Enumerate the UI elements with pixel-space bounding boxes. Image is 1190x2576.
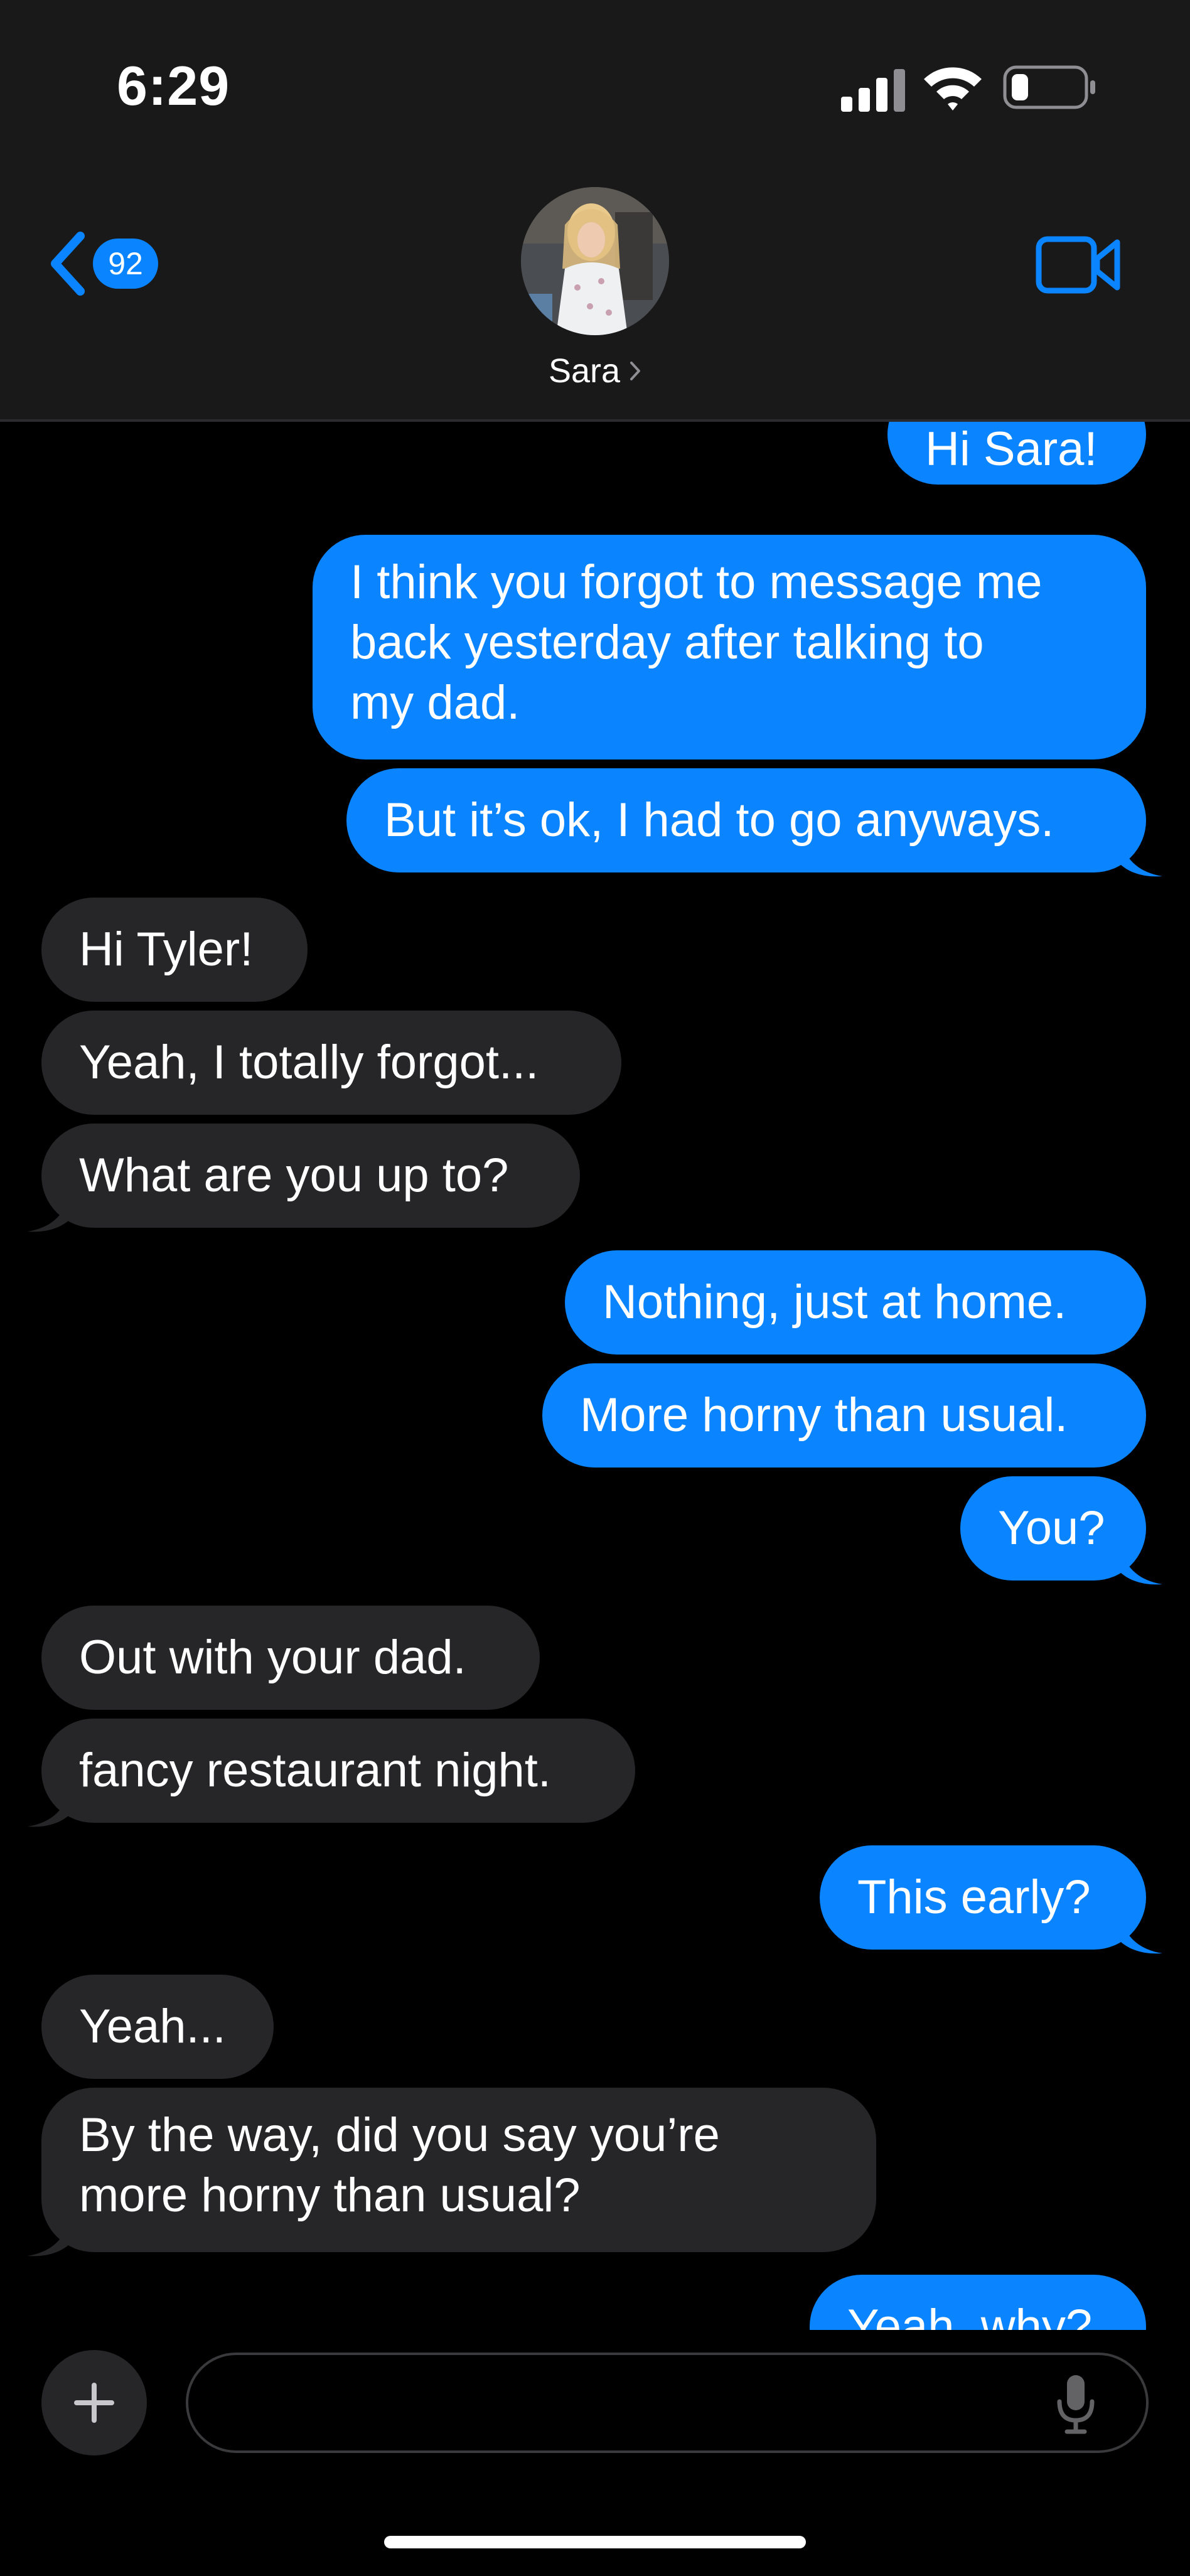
video-call-button[interactable]	[1036, 233, 1121, 299]
message-bubble-outgoing[interactable]: Hi Sara!	[887, 422, 1146, 485]
home-indicator[interactable]	[384, 2536, 806, 2548]
cellular-signal-icon	[841, 69, 905, 112]
conversation-header: 6:29 92 Sara	[0, 0, 1190, 422]
bubble-tail	[1121, 842, 1162, 877]
message-bubble-incoming[interactable]: Yeah, I totally forgot...	[41, 1011, 621, 1115]
message-list[interactable]: Hi Sara! I think you forgot to message m…	[0, 422, 1190, 2330]
chevron-right-icon	[629, 360, 641, 382]
message-bubble-incoming[interactable]: Hi Tyler!	[41, 898, 308, 1002]
message-bubble-incoming[interactable]: fancy restaurant night.	[41, 1719, 635, 1823]
message-bubble-outgoing[interactable]: I think you forgot to message me back ye…	[313, 535, 1146, 759]
message-input[interactable]	[186, 2353, 1149, 2453]
status-time: 6:29	[117, 55, 230, 117]
message-bubble-outgoing[interactable]: You?	[960, 1476, 1146, 1580]
contact-name: Sara	[548, 352, 621, 390]
contact-name-button[interactable]: Sara	[0, 352, 1190, 390]
wifi-icon	[924, 67, 982, 110]
back-button[interactable]: 92	[48, 226, 158, 301]
messages-screen: Hi Sara! I think you forgot to message m…	[0, 0, 1190, 2576]
message-bubble-outgoing[interactable]: But it’s ok, I had to go anyways.	[346, 768, 1146, 872]
unread-count-badge: 92	[93, 239, 158, 289]
microphone-icon[interactable]	[1054, 2373, 1097, 2439]
message-bubble-incoming[interactable]: Out with your dad.	[41, 1606, 540, 1710]
message-bubble-outgoing[interactable]: This early?	[820, 1845, 1146, 1950]
message-bubble-incoming[interactable]: By the way, did you say you’re more horn…	[41, 2088, 876, 2252]
avatar-photo	[521, 187, 669, 335]
bubble-tail	[1121, 1550, 1162, 1585]
message-bubble-incoming[interactable]: Yeah...	[41, 1975, 274, 2079]
apps-plus-button[interactable]	[41, 2350, 147, 2455]
bubble-tail	[1121, 1919, 1162, 1954]
chevron-left-icon	[51, 232, 85, 296]
plus-icon	[74, 2383, 114, 2423]
message-bubble-outgoing[interactable]: More horny than usual.	[542, 1363, 1146, 1468]
bubble-tail	[28, 2222, 69, 2257]
message-bubble-outgoing[interactable]: Nothing, just at home.	[565, 1250, 1146, 1355]
video-camera-icon	[1036, 236, 1120, 294]
contact-avatar[interactable]	[521, 187, 669, 335]
message-bubble-incoming[interactable]: What are you up to?	[41, 1124, 580, 1228]
bubble-tail	[28, 1793, 69, 1827]
battery-low-icon	[1003, 65, 1095, 109]
message-bubble-outgoing[interactable]: Yeah, why?	[810, 2275, 1146, 2330]
bubble-tail	[28, 1198, 69, 1232]
